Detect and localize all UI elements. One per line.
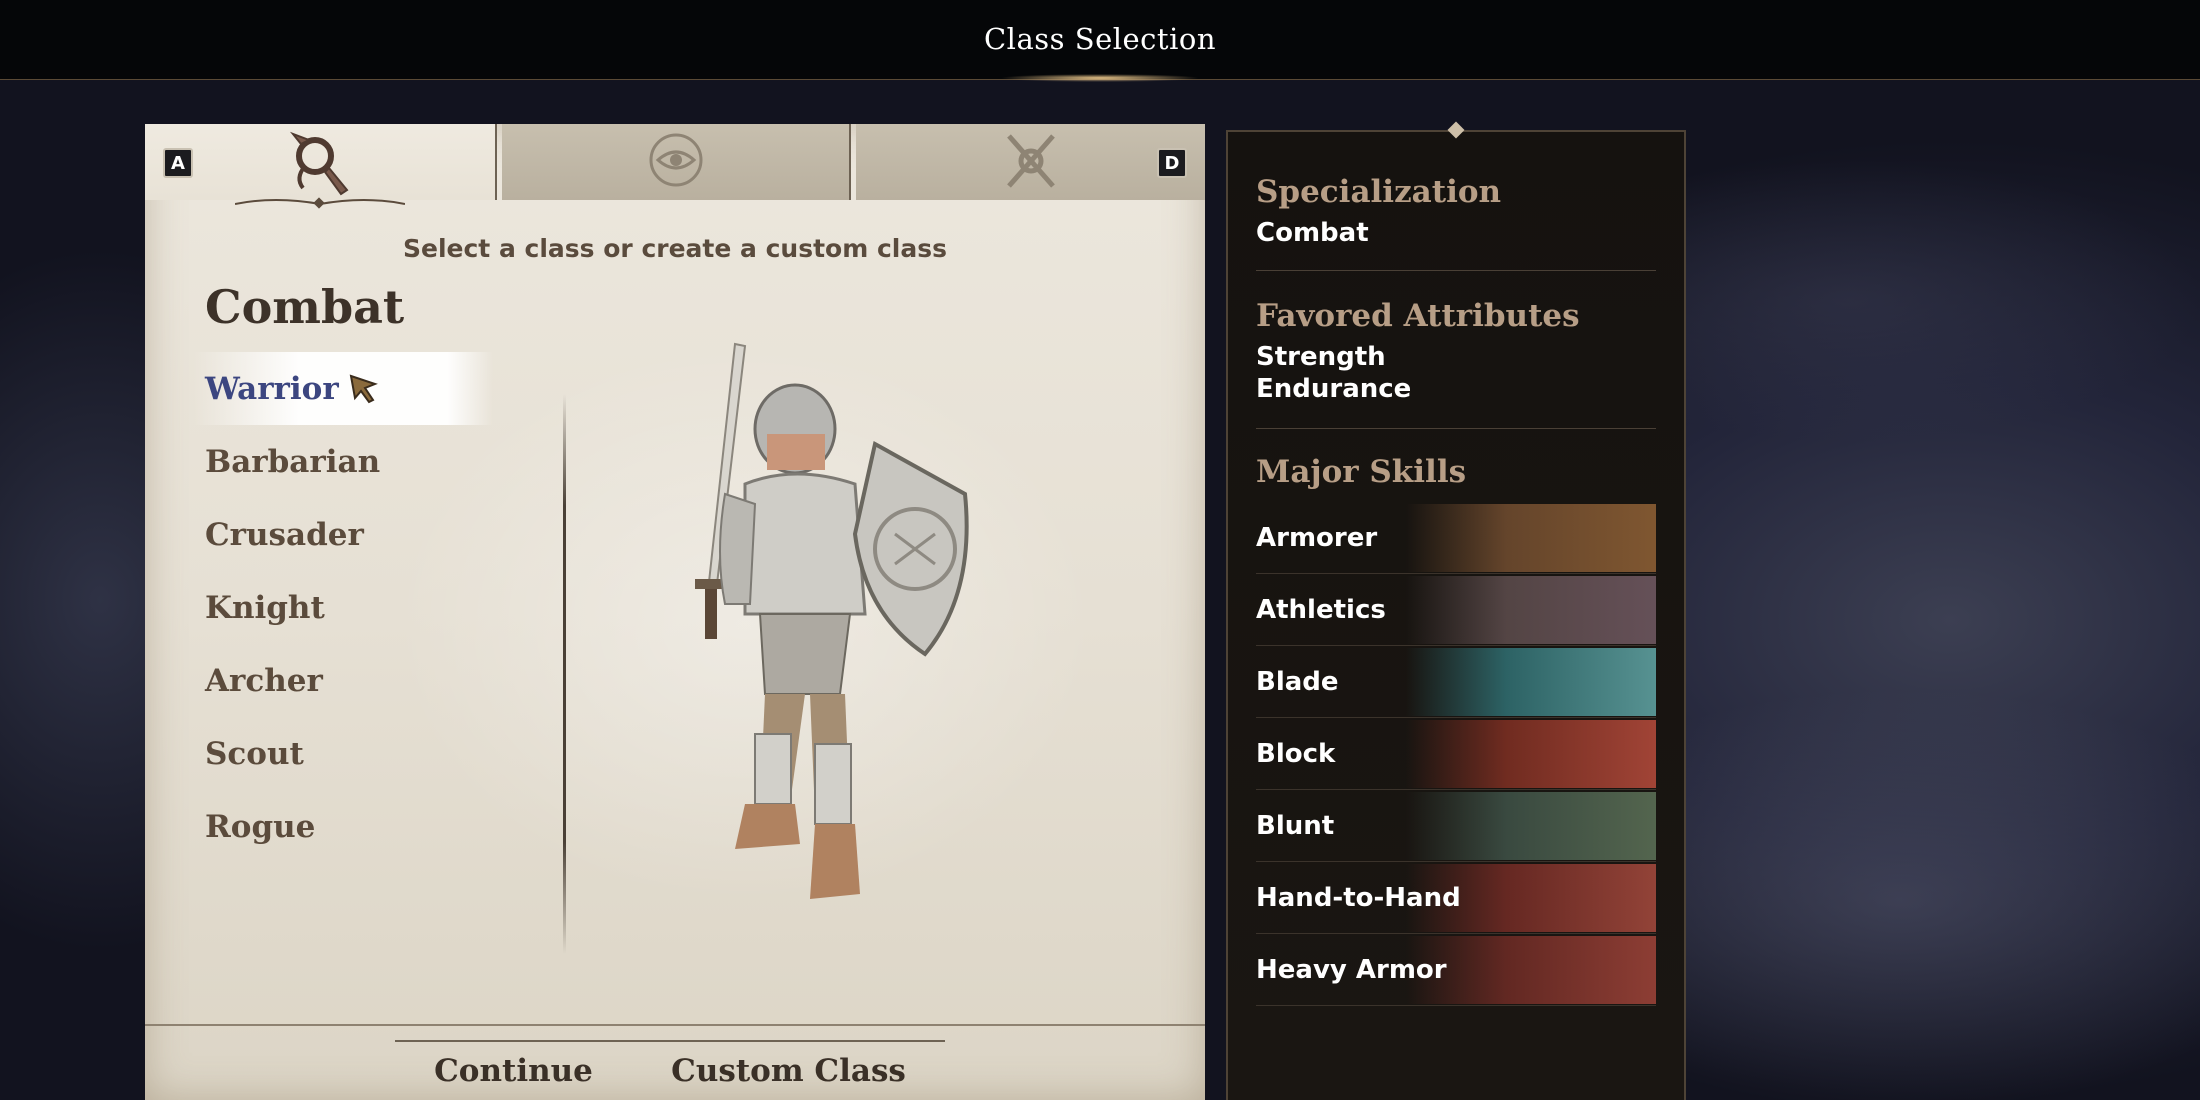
vertical-divider [563, 394, 566, 954]
mace-icon [1406, 792, 1656, 860]
skill-armorer[interactable]: Armorer [1256, 502, 1656, 574]
top-bar: Class Selection [0, 0, 2200, 82]
skill-hand-to-hand[interactable]: Hand-to-Hand [1256, 862, 1656, 934]
crossed-daggers-icon [1001, 130, 1061, 196]
class-item-warrior[interactable]: Warrior [193, 352, 493, 425]
separator [1256, 428, 1656, 429]
selection-prompt: Select a class or create a custom class [402, 234, 948, 263]
separator [1256, 270, 1656, 271]
tab-ornament [234, 194, 406, 214]
custom-class-button[interactable]: Custom Class [671, 1053, 906, 1089]
skill-label: Blade [1256, 666, 1339, 697]
key-hint-a: A [163, 148, 193, 178]
class-list: Warrior Barbarian Crusader Knight Archer… [193, 352, 493, 863]
class-item-knight[interactable]: Knight [205, 571, 485, 644]
class-panel: A D Select a class or create a custom cl… [145, 124, 1205, 1100]
tab-combat[interactable]: A [145, 124, 497, 209]
title-glow [1000, 74, 1200, 82]
axe-icon [285, 130, 355, 202]
attribute-strength: Strength [1256, 342, 1386, 372]
skill-blunt[interactable]: Blunt [1256, 790, 1656, 862]
class-label: Warrior [205, 370, 339, 407]
class-item-archer[interactable]: Archer [205, 644, 485, 717]
shield-block-icon [1406, 720, 1656, 788]
class-item-barbarian[interactable]: Barbarian [205, 425, 485, 498]
skills-list: Armorer Athletics Blade Block Blunt Hand… [1256, 502, 1656, 1006]
athlete-icon [1406, 576, 1656, 644]
skill-label: Block [1256, 738, 1336, 769]
blade-icon [1406, 648, 1656, 716]
tab-magic[interactable] [502, 124, 851, 200]
skill-blade[interactable]: Blade [1256, 646, 1656, 718]
specialization-value: Combat [1256, 218, 1369, 248]
skill-athletics[interactable]: Athletics [1256, 574, 1656, 646]
anvil-icon [1406, 504, 1656, 572]
major-skills-title: Major Skills [1256, 454, 1467, 490]
key-hint-d: D [1157, 148, 1187, 178]
attributes-title: Favored Attributes [1256, 298, 1580, 334]
page-title: Class Selection [983, 22, 1216, 56]
specialization-title: Specialization [1256, 174, 1502, 210]
class-info-panel: Specialization Combat Favored Attributes… [1226, 121, 1686, 1100]
class-item-scout[interactable]: Scout [205, 717, 485, 790]
warrior-portrait [665, 334, 1005, 938]
skill-label: Armorer [1256, 522, 1378, 553]
attribute-endurance: Endurance [1256, 374, 1412, 404]
skill-block[interactable]: Block [1256, 718, 1656, 790]
category-title: Combat [205, 280, 405, 334]
tab-stealth[interactable]: D [856, 124, 1205, 200]
continue-button[interactable]: Continue [434, 1053, 593, 1089]
skill-label: Hand-to-Hand [1256, 882, 1461, 913]
cursor-icon [349, 374, 379, 412]
skill-label: Athletics [1256, 594, 1386, 625]
class-item-rogue[interactable]: Rogue [205, 790, 485, 863]
skill-heavy-armor[interactable]: Heavy Armor [1256, 934, 1656, 1006]
eye-emblem-icon [646, 130, 706, 194]
skill-label: Blunt [1256, 810, 1335, 841]
class-item-crusader[interactable]: Crusader [205, 498, 485, 571]
skill-label: Heavy Armor [1256, 954, 1447, 985]
action-buttons: Continue Custom Class [395, 1040, 945, 1100]
